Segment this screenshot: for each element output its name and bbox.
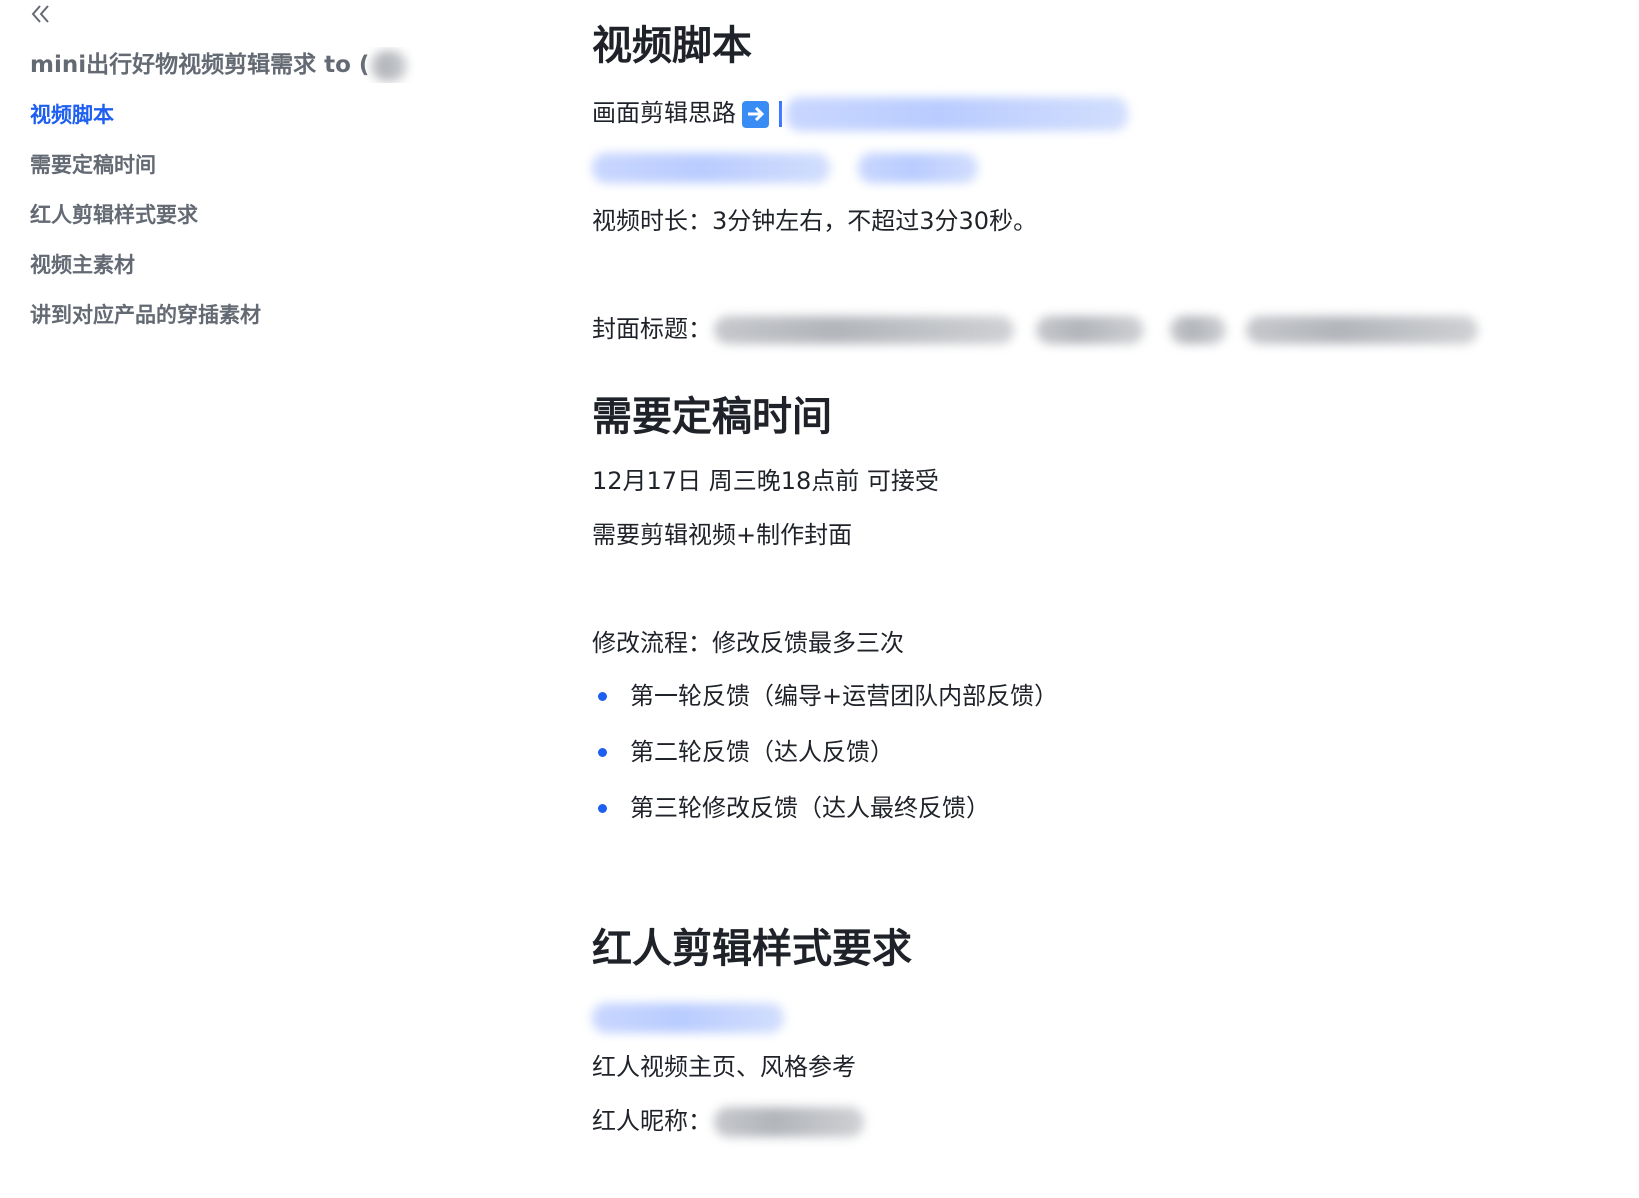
outline-item-deadline[interactable]: 需要定稿时间 <box>30 145 261 195</box>
collapse-sidebar-button[interactable] <box>27 0 55 28</box>
edit-idea-paragraph: 画面剪辑思路 <box>592 96 1128 131</box>
revision-rounds-list: 第一轮反馈（编导+运营团队内部反馈） 第二轮反馈（达人反馈） 第三轮修改反馈（达… <box>592 679 1058 847</box>
redacted-text <box>1246 316 1478 344</box>
redacted-link[interactable] <box>858 153 978 183</box>
outline-item-style-requirements[interactable]: 红人剪辑样式要求 <box>30 195 261 245</box>
heading-style-requirements: 红人剪辑样式要求 <box>592 926 912 972</box>
double-chevron-left-icon <box>31 5 49 23</box>
list-item-text: 第一轮反馈（编导+运营团队内部反馈） <box>630 682 1059 710</box>
redacted-text <box>714 1107 864 1137</box>
list-item: 第二轮反馈（达人反馈） <box>592 735 1058 791</box>
cover-title-paragraph: 封面标题： <box>592 312 1478 346</box>
homepage-reference-text: 红人视频主页、风格参考 <box>592 1053 856 1081</box>
revision-process-text: 修改流程：修改反馈最多三次 <box>592 629 904 657</box>
bullet-dot-icon <box>598 748 607 757</box>
outline-item-insert-material[interactable]: 讲到对应产品的穿插素材 <box>30 295 261 345</box>
edit-idea-label: 画面剪辑思路 <box>592 99 736 127</box>
redacted-link[interactable] <box>592 1003 784 1033</box>
link-bracket <box>779 101 782 127</box>
duration-text: 视频时长：3分钟左右，不超过3分30秒。 <box>592 207 1038 235</box>
redacted-text <box>1036 316 1144 344</box>
document-title-text: mini出行好物视频剪辑需求 to ( <box>30 52 370 78</box>
redacted-link[interactable] <box>786 97 1128 131</box>
document-body: 视频脚本 画面剪辑思路 视频时长：3分钟左右，不超过3分30秒。 封面标题： 需… <box>592 0 1592 1198</box>
redacted-link-row <box>592 1000 784 1034</box>
nickname-label: 红人昵称： <box>592 1107 712 1135</box>
list-item: 第三轮修改反馈（达人最终反馈） <box>592 791 1058 847</box>
deadline-text: 12月17日 周三晚18点前 可接受 <box>592 467 939 495</box>
document-title[interactable]: mini出行好物视频剪辑需求 to ( <box>30 47 422 83</box>
redacted-text <box>371 50 408 81</box>
nickname-paragraph: 红人昵称： <box>592 1104 864 1138</box>
outline-sidebar: mini出行好物视频剪辑需求 to ( 视频脚本 需要定稿时间 红人剪辑样式要求… <box>0 0 460 1198</box>
task-text: 需要剪辑视频+制作封面 <box>592 521 853 549</box>
redacted-link-row <box>592 150 978 184</box>
list-item-text: 第二轮反馈（达人反馈） <box>630 738 894 766</box>
outline-item-main-material[interactable]: 视频主素材 <box>30 245 261 295</box>
bullet-dot-icon <box>598 804 607 813</box>
right-arrow-emoji-icon <box>742 100 769 128</box>
outline-item-video-script[interactable]: 视频脚本 <box>30 95 261 145</box>
bullet-dot-icon <box>598 692 607 701</box>
document-outline: 视频脚本 需要定稿时间 红人剪辑样式要求 视频主素材 讲到对应产品的穿插素材 <box>30 95 261 345</box>
heading-deadline: 需要定稿时间 <box>592 394 832 440</box>
list-item: 第一轮反馈（编导+运营团队内部反馈） <box>592 679 1058 735</box>
redacted-text <box>714 316 1014 344</box>
cover-title-label: 封面标题： <box>592 315 712 343</box>
redacted-link[interactable] <box>592 153 830 183</box>
redacted-text <box>1170 316 1226 344</box>
heading-video-script: 视频脚本 <box>592 23 752 69</box>
list-item-text: 第三轮修改反馈（达人最终反馈） <box>630 794 990 822</box>
